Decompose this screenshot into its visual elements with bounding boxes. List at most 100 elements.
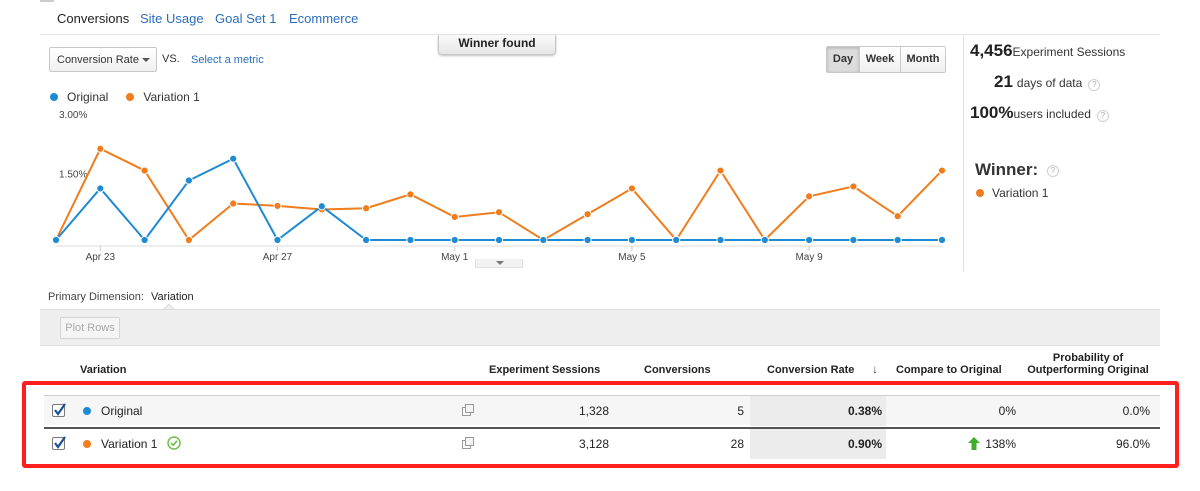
report-tabs: Conversions Site Usage Goal Set 1 Ecomme… [40,0,1160,35]
row-probability: 0.0% [1122,404,1150,418]
data-point [184,176,193,185]
chart-panel: Conversion Rate VS. Select a metric Winn… [40,35,964,271]
winner-name: Variation 1 [992,186,1049,200]
help-icon[interactable]: ? [1046,164,1059,177]
data-point [494,235,504,245]
data-point [273,235,282,245]
days-label: days of data [1016,76,1083,90]
stat-sessions: 4,456 Experiment Sessions [970,41,1125,61]
help-icon[interactable]: ? [1088,79,1101,91]
stat-days: 21 days of data ? [994,72,1101,92]
table-header: Variation Experiment Sessions Conversion… [40,347,1160,395]
data-point [849,182,858,191]
plot-rows-button[interactable]: Plot Rows [60,317,120,339]
primary-dimension-label: Primary Dimension: [48,291,144,303]
chevron-down-icon [496,261,504,265]
chart-resize-handle[interactable] [475,259,523,268]
row-sessions: 1,328 [578,404,609,418]
row-conversion-rate: 0.38% [750,396,886,426]
compare-chart-icon[interactable] [462,404,474,416]
data-point [672,235,681,245]
data-point [362,235,371,245]
tab-ecommerce[interactable]: Ecommerce [289,11,358,26]
data-point [273,201,282,210]
row-variation-name: Original [101,404,143,418]
data-point [51,235,61,245]
data-point [805,192,814,201]
sessions-label: Experiment Sessions [1012,45,1126,59]
compare-chart-icon[interactable] [462,437,474,449]
data-point [229,199,238,208]
sessions-value: 4,456 [970,41,1013,60]
row-probability: 96.0% [1115,437,1150,451]
sort-down-arrow-icon[interactable]: ↓ [872,362,878,376]
winner-item: Variation 1 [976,186,1048,200]
table-toolbar: Plot Rows [40,309,1160,346]
series-dot-icon [83,440,91,448]
x-tick-label: Apr 23 [86,252,116,263]
row-checkbox[interactable] [52,403,66,417]
tab-conversions[interactable]: Conversions [57,11,129,26]
data-point [96,144,105,153]
table-row: Original 1,328 5 0.38% 0% 0.0% [44,395,1160,426]
data-point [539,235,548,245]
data-point [450,212,459,222]
row-compare: 138% [985,437,1016,451]
days-value: 21 [994,72,1013,91]
data-point [716,166,725,175]
data-point [317,202,326,211]
row-conversions: 28 [730,437,744,451]
data-point [716,235,725,245]
data-point [494,208,504,217]
data-point [229,154,238,163]
table-row: Variation 1 3,128 28 0.90% 138% 96.0% [44,427,1160,459]
header-experiment-sessions[interactable]: Experiment Sessions [489,364,600,376]
row-sessions: 3,128 [578,437,609,451]
data-point [627,184,637,193]
data-point [893,212,902,221]
series-dot-icon [83,407,91,415]
conversion-rate-line-chart: 3.00% 1.50% Apr 23 Apr 27 May 1 May 5 May 9 [51,110,947,263]
x-tick-label: May 5 [618,252,646,263]
header-variation[interactable]: Variation [80,364,126,376]
data-point [760,235,769,245]
data-point [805,235,814,245]
winner-title: Winner: [975,160,1039,179]
users-label: users included [1013,107,1091,121]
data-point [937,235,947,245]
data-point [893,235,902,245]
data-point [406,190,415,199]
x-tick-label: May 1 [441,252,469,263]
users-value: 100% [970,103,1014,122]
data-point [184,235,193,245]
y-tick-label: 1.50% [59,170,87,181]
tab-goal-set-1[interactable]: Goal Set 1 [215,11,276,26]
row-checkbox[interactable] [52,436,66,450]
header-compare-to-original[interactable]: Compare to Original [896,364,1002,376]
data-point [362,204,371,213]
tab-indicator [40,0,54,2]
tab-site-usage[interactable]: Site Usage [140,11,204,26]
winner-heading: Winner: ? [975,160,1059,180]
header-conversion-rate[interactable]: Conversion Rate [767,364,854,376]
data-point [583,235,592,245]
data-point [450,235,459,245]
data-point [583,210,592,219]
help-icon[interactable]: ? [1096,110,1109,122]
winner-dot-icon [976,189,984,197]
y-tick-label: 3.00% [59,110,87,121]
experiment-stats: 4,456 Experiment Sessions 21 days of dat… [968,35,1168,271]
header-conversions[interactable]: Conversions [644,364,711,376]
stat-users: 100% users included ? [970,103,1109,123]
row-conversions: 5 [737,404,744,418]
data-point [406,235,415,245]
header-probability[interactable]: Probability of Outperforming Original [1018,352,1158,382]
row-variation-name: Variation 1 [101,437,158,451]
x-tick-label: May 9 [795,252,823,263]
row-compare: 0% [998,404,1016,418]
data-point [627,235,637,245]
row-conversion-rate: 0.90% [750,429,886,459]
winner-check-icon [167,436,181,450]
data-point [937,166,947,175]
data-point [96,184,105,193]
